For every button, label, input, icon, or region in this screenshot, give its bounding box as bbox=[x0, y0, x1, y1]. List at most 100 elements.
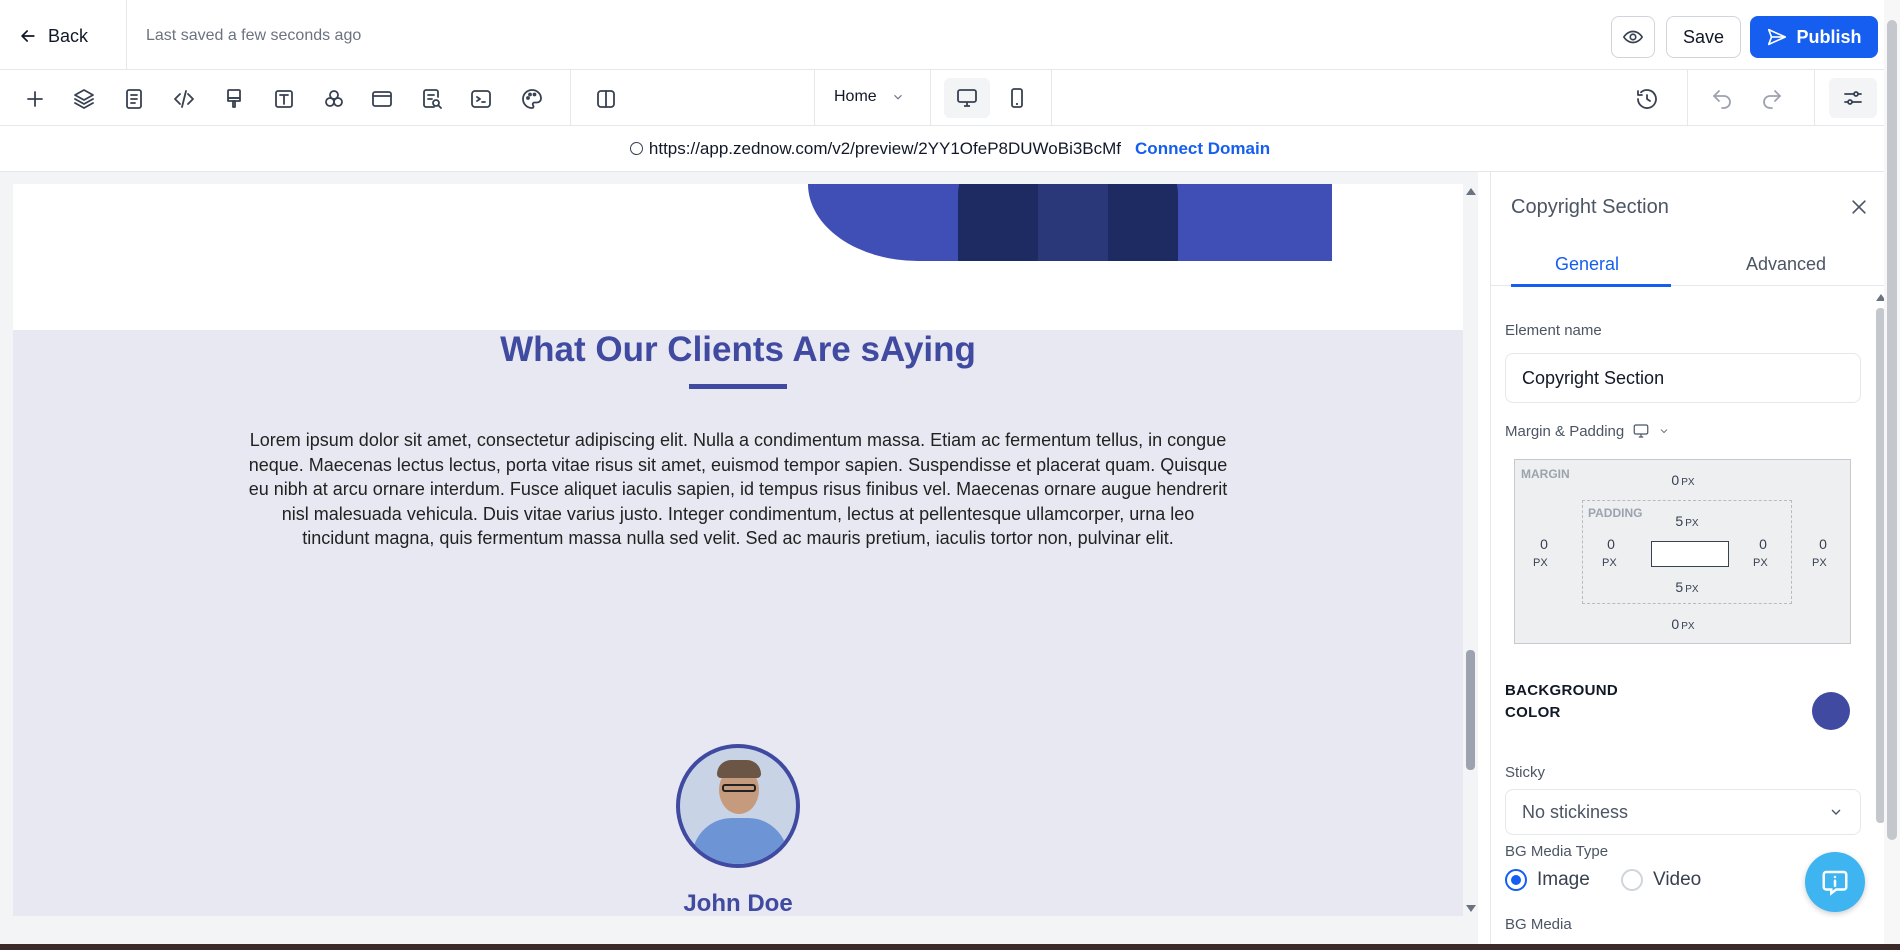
close-panel-button[interactable] bbox=[1844, 192, 1874, 222]
pages-button[interactable] bbox=[117, 82, 151, 116]
margin-bottom-value[interactable]: 0 PX bbox=[1665, 616, 1701, 632]
chevron-down-icon bbox=[893, 94, 902, 100]
element-settings-panel: Copyright Section General Advanced Eleme… bbox=[1490, 172, 1900, 950]
chat-info-icon bbox=[1822, 870, 1848, 896]
padding-right-value[interactable]: 0 bbox=[1743, 536, 1783, 552]
preview-url[interactable]: https://app.zednow.com/v2/preview/2YY1Of… bbox=[629, 139, 1121, 159]
desktop-icon[interactable] bbox=[1632, 422, 1650, 440]
sticky-value: No stickiness bbox=[1522, 801, 1629, 822]
undo-icon bbox=[1713, 90, 1731, 109]
window-scrollbar[interactable] bbox=[1884, 0, 1900, 950]
globe-icon bbox=[629, 142, 643, 155]
back-button[interactable]: Back bbox=[18, 22, 88, 50]
document-icon bbox=[126, 89, 142, 109]
padding-label: PADDING bbox=[1588, 506, 1643, 520]
text-icon bbox=[275, 90, 293, 108]
hero-image[interactable] bbox=[808, 184, 1332, 261]
redo-button[interactable] bbox=[1755, 82, 1789, 116]
canvas-scroll-thumb[interactable] bbox=[1466, 650, 1475, 770]
scroll-down-icon[interactable] bbox=[1466, 905, 1476, 912]
history-icon bbox=[1637, 89, 1657, 109]
section-button[interactable] bbox=[365, 82, 399, 116]
theme-button[interactable] bbox=[515, 82, 549, 116]
background-color-label-line2: COLOR bbox=[1505, 704, 1561, 721]
toolbar-divider bbox=[1687, 70, 1688, 126]
os-taskbar-edge bbox=[0, 944, 1900, 950]
element-name-input[interactable]: Copyright Section bbox=[1505, 353, 1861, 403]
hero-image-figure-arms bbox=[1038, 184, 1108, 261]
radio-image[interactable] bbox=[1505, 869, 1527, 891]
background-color-label-line1: BACKGROUND bbox=[1505, 682, 1618, 699]
margin-padding-label: Margin & Padding bbox=[1505, 422, 1625, 440]
heading-underline bbox=[689, 384, 787, 389]
tab-advanced[interactable]: Advanced bbox=[1746, 254, 1826, 275]
mobile-view-button[interactable] bbox=[994, 78, 1040, 118]
preview-button[interactable] bbox=[1611, 16, 1655, 58]
padding-box: PADDING 5 PX 0 PX 0 PX 5 PX bbox=[1582, 500, 1792, 604]
seo-button[interactable] bbox=[415, 82, 449, 116]
client-name[interactable]: John Doe bbox=[13, 890, 1463, 916]
scroll-up-icon[interactable] bbox=[1466, 188, 1476, 195]
custom-script-button[interactable] bbox=[464, 82, 498, 116]
connect-domain-link[interactable]: Connect Domain bbox=[1135, 139, 1270, 159]
publish-label: Publish bbox=[1796, 26, 1862, 47]
padding-top-value[interactable]: 5 PX bbox=[1669, 513, 1705, 529]
toolbar-divider bbox=[570, 70, 571, 126]
page-preview[interactable]: What Our Clients Are sAying Lorem ipsum … bbox=[13, 184, 1463, 916]
page-selector[interactable]: Home bbox=[834, 88, 905, 106]
testimonial-text[interactable]: Lorem ipsum dolor sit amet, consectetur … bbox=[248, 428, 1228, 551]
margin-left-value[interactable]: 0 bbox=[1529, 536, 1559, 552]
testimonial-heading[interactable]: What Our Clients Are sAying bbox=[13, 330, 1463, 370]
undo-button[interactable] bbox=[1705, 82, 1739, 116]
margin-top-value[interactable]: 0 PX bbox=[1665, 472, 1701, 488]
background-color-swatch[interactable] bbox=[1812, 692, 1850, 730]
window-scroll-thumb[interactable] bbox=[1887, 20, 1897, 840]
layers-icon bbox=[74, 89, 94, 109]
send-icon bbox=[1768, 28, 1787, 46]
bg-media-type-label: BG Media Type bbox=[1505, 843, 1609, 860]
padding-bottom-value[interactable]: 5 PX bbox=[1669, 579, 1705, 595]
bg-media-label: BG Media bbox=[1505, 916, 1572, 933]
text-button[interactable] bbox=[267, 82, 301, 116]
desktop-view-button[interactable] bbox=[944, 78, 990, 118]
top-header: Back Last saved a few seconds ago Save P… bbox=[0, 0, 1900, 70]
tab-general[interactable]: General bbox=[1555, 254, 1619, 275]
save-status: Last saved a few seconds ago bbox=[146, 27, 362, 44]
seo-search-icon bbox=[423, 89, 442, 109]
add-element-button[interactable] bbox=[18, 82, 52, 116]
preview-url-bar: https://app.zednow.com/v2/preview/2YY1Of… bbox=[0, 126, 1900, 172]
save-button[interactable]: Save bbox=[1666, 16, 1741, 58]
radio-video[interactable] bbox=[1621, 869, 1643, 891]
media-type-video-option[interactable]: Video bbox=[1621, 869, 1701, 891]
background-color-label: BACKGROUND COLOR bbox=[1505, 680, 1618, 724]
sliders-icon bbox=[1844, 91, 1862, 105]
active-tab-indicator bbox=[1511, 284, 1671, 287]
help-chat-button[interactable] bbox=[1805, 852, 1865, 912]
section-icon bbox=[372, 91, 392, 107]
back-label: Back bbox=[48, 25, 89, 46]
plus-icon bbox=[27, 91, 43, 107]
editor-toolbar: Home bbox=[0, 70, 1900, 126]
code-button[interactable] bbox=[167, 82, 201, 116]
margin-right-value[interactable]: 0 bbox=[1808, 536, 1838, 552]
toolbar-divider bbox=[930, 70, 931, 126]
avatar-body bbox=[692, 818, 788, 864]
paint-brush-icon bbox=[227, 89, 241, 108]
padding-left-value[interactable]: 0 bbox=[1591, 536, 1631, 552]
desktop-icon bbox=[957, 89, 977, 107]
publish-button[interactable]: Publish bbox=[1750, 16, 1878, 58]
shapes-button[interactable] bbox=[317, 82, 351, 116]
canvas-scrollbar[interactable] bbox=[1463, 184, 1479, 916]
client-avatar[interactable] bbox=[676, 744, 800, 868]
chevron-down-icon[interactable] bbox=[1658, 425, 1670, 437]
media-type-image-option[interactable]: Image bbox=[1505, 869, 1590, 891]
settings-panel-toggle[interactable] bbox=[1829, 78, 1877, 118]
split-view-button[interactable] bbox=[589, 82, 623, 116]
terminal-icon bbox=[471, 90, 491, 108]
paint-button[interactable] bbox=[217, 82, 251, 116]
code-icon bbox=[174, 90, 194, 108]
avatar-hair bbox=[717, 760, 761, 778]
sticky-select[interactable]: No stickiness bbox=[1505, 789, 1861, 835]
history-button[interactable] bbox=[1630, 82, 1664, 116]
layers-button[interactable] bbox=[67, 82, 101, 116]
